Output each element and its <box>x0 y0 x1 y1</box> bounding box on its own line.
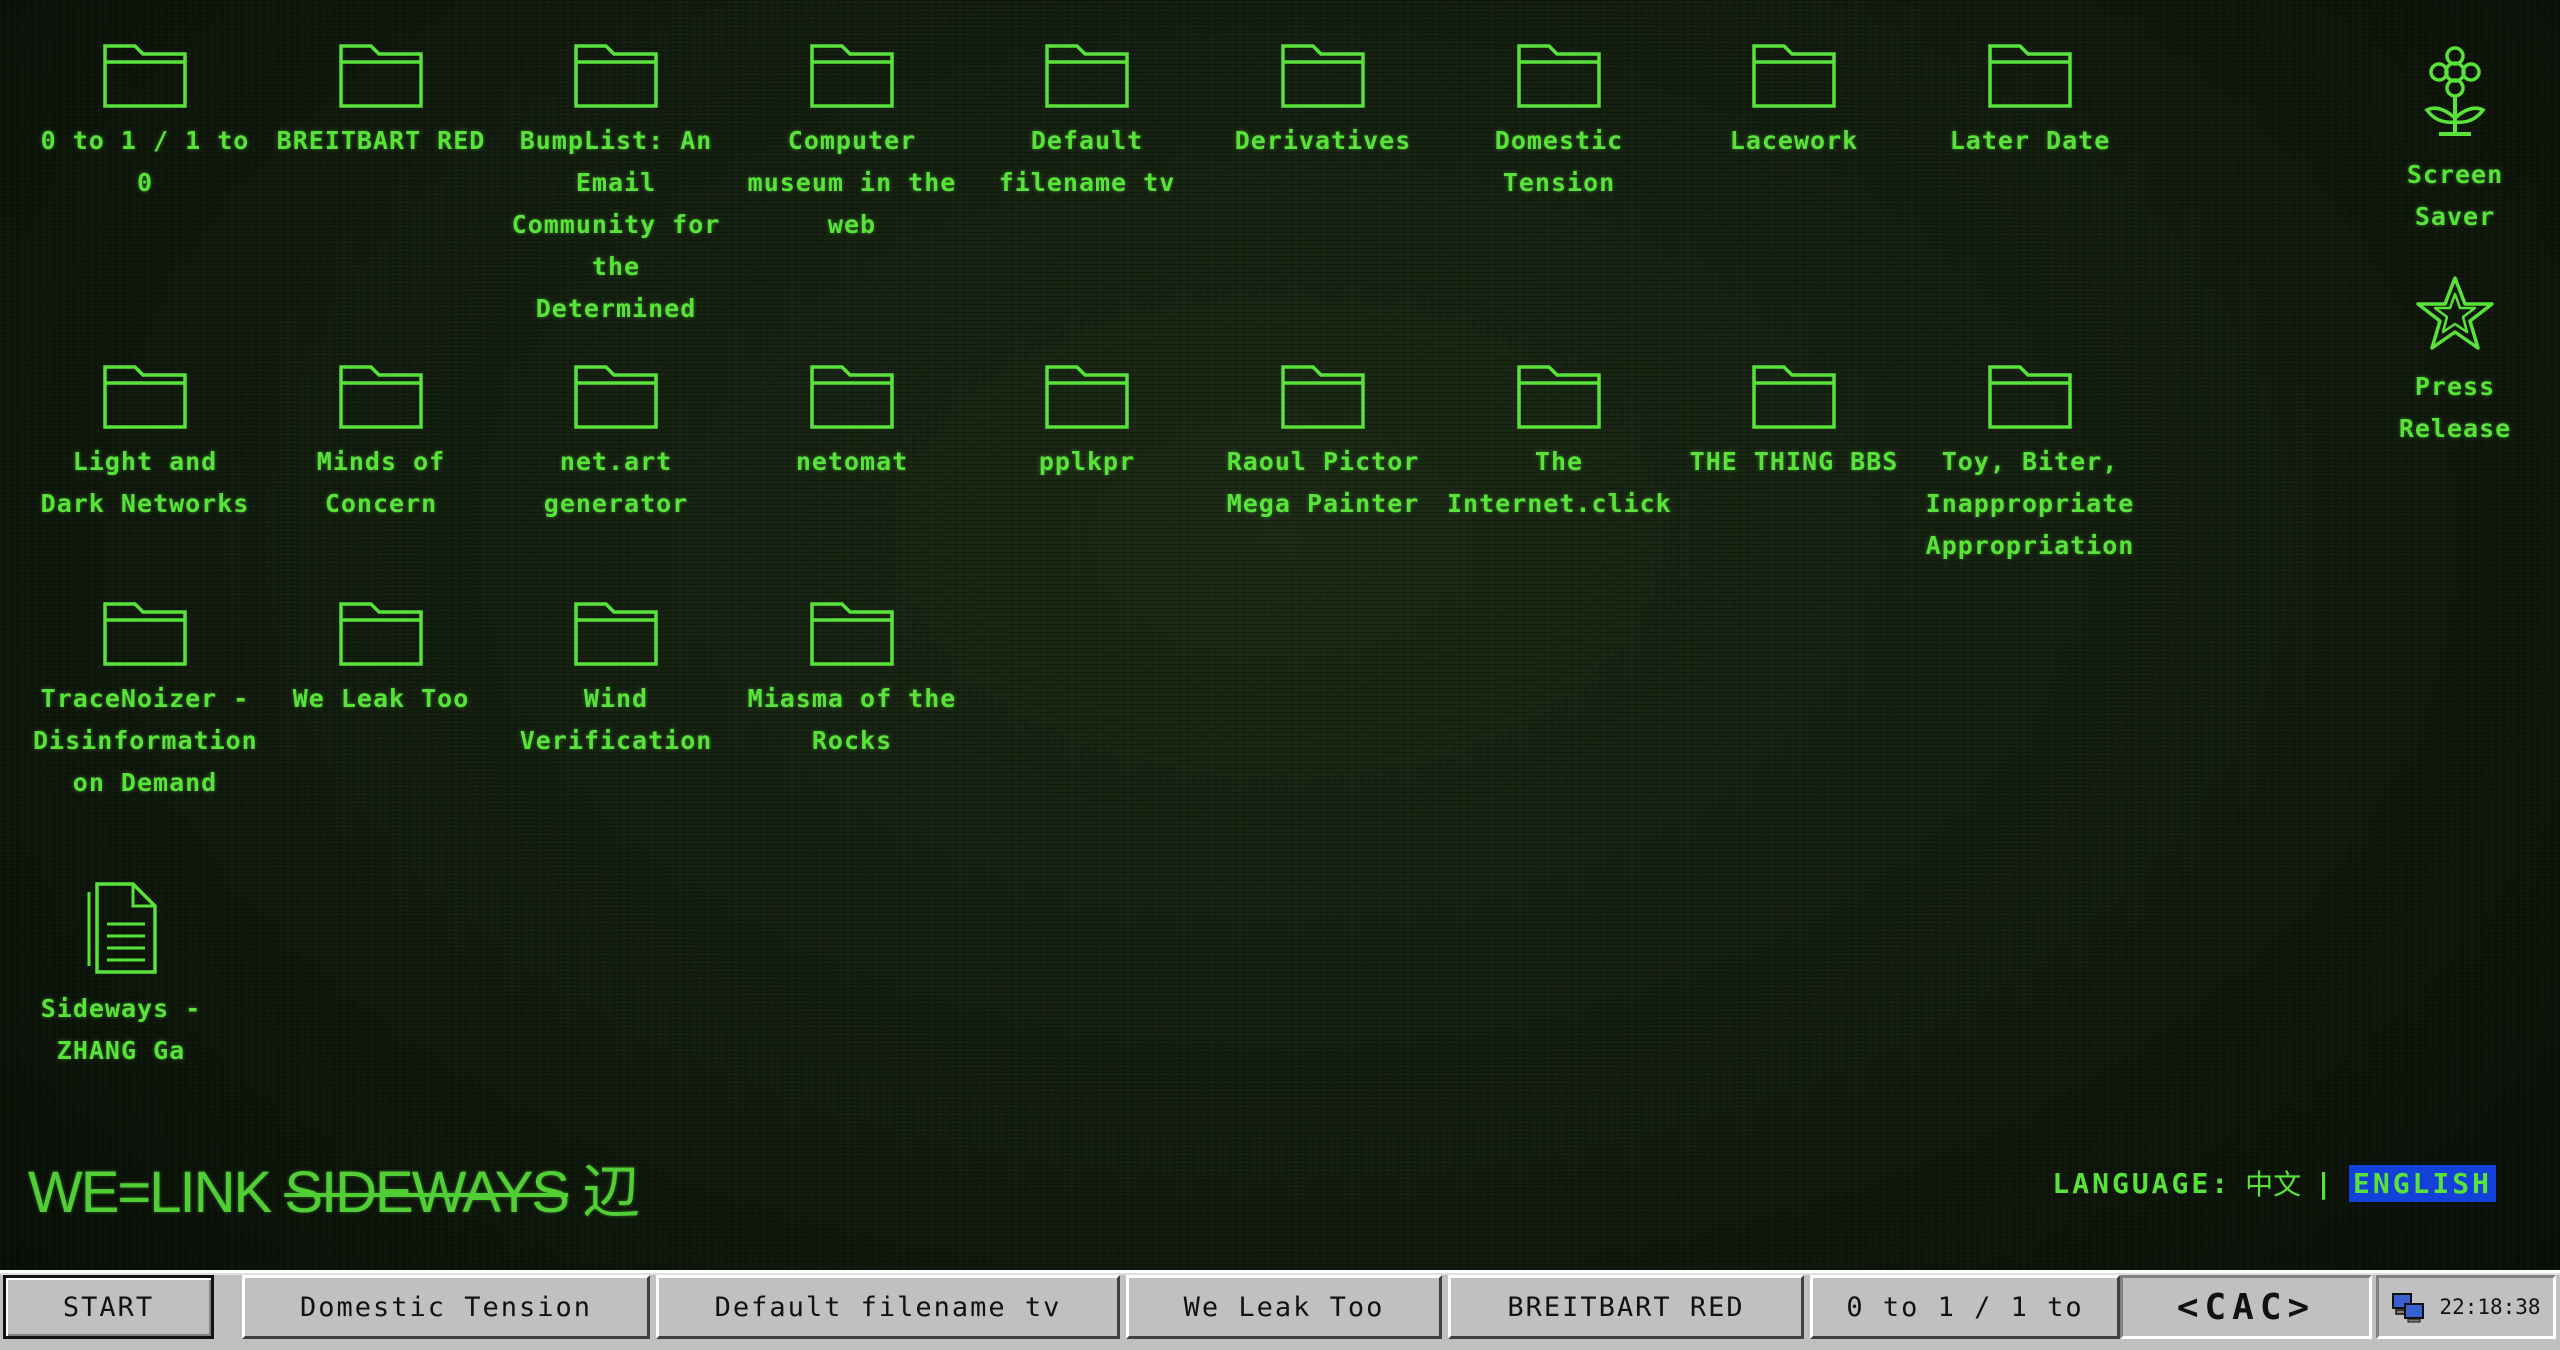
system-tray: 22:18:38 <box>2376 1275 2556 1339</box>
desktop-folder[interactable]: Wind Verification <box>498 600 734 762</box>
logo-prefix: WE=LINK <box>28 1160 285 1225</box>
folder-icon <box>810 602 894 666</box>
desktop-folder[interactable]: pplkpr <box>969 363 1205 483</box>
folder-label: Later Date <box>1949 126 2111 155</box>
folder-label: netomat <box>795 447 909 476</box>
desktop-folder[interactable]: Lacework <box>1676 42 1912 162</box>
language-separator: | <box>2315 1166 2335 1200</box>
folder-label: net.art generator <box>543 447 689 518</box>
folder-label: THE THING BBS <box>1689 447 1899 476</box>
desktop-folder[interactable]: BREITBART RED <box>263 42 499 162</box>
folder-label: BREITBART RED <box>276 126 486 155</box>
desktop-folder[interactable]: THE THING BBS <box>1676 363 1912 483</box>
desktop-folder[interactable]: Derivatives <box>1205 42 1441 162</box>
desktop-folder[interactable]: Minds of Concern <box>263 363 499 525</box>
document-label: Sideways - ZHANG Ga <box>40 994 202 1065</box>
screen-saver-shortcut[interactable]: Screen Saver <box>2370 44 2540 238</box>
star-icon <box>2416 276 2494 350</box>
site-logo: WE=LINK SIDEWAYS 辺 <box>28 1145 640 1229</box>
desktop-folder[interactable]: Later Date <box>1912 42 2148 162</box>
screen-saver-label: Screen Saver <box>2406 160 2504 231</box>
flower-icon <box>2424 46 2486 136</box>
folder-label: Domestic Tension <box>1494 126 1624 197</box>
folder-icon <box>1281 44 1365 108</box>
logo-suffix: 辺 <box>568 1160 640 1225</box>
folder-label: Toy, Biter, Inappropriate Appropriation <box>1925 447 2135 560</box>
language-option-chinese[interactable]: 中文 <box>2245 1163 2301 1203</box>
folder-icon <box>1752 365 1836 429</box>
folder-label: Light and Dark Networks <box>40 447 250 518</box>
cac-button[interactable]: <CAC> <box>2120 1275 2372 1339</box>
desktop-folder[interactable]: netomat <box>734 363 970 483</box>
folder-label: Miasma of the Rocks <box>747 684 957 755</box>
folder-icon <box>1045 365 1129 429</box>
folder-icon <box>103 602 187 666</box>
folder-icon <box>574 602 658 666</box>
folder-icon <box>1517 365 1601 429</box>
logo-strike-text: SIDEWAYS <box>284 1160 570 1225</box>
document-icon <box>87 882 157 974</box>
desktop-folder[interactable]: Raoul Pictor Mega Painter <box>1205 363 1441 525</box>
taskbar-window-button[interactable]: Domestic Tension <box>242 1275 650 1339</box>
desktop-folder[interactable]: Default filename tv <box>969 42 1205 204</box>
clock: 22:18:38 <box>2439 1295 2541 1319</box>
desktop-folder[interactable]: Miasma of the Rocks <box>734 600 970 762</box>
folder-label: Computer museum in the web <box>747 126 957 239</box>
folder-icon <box>1752 44 1836 108</box>
folder-icon <box>1045 44 1129 108</box>
folder-icon <box>339 365 423 429</box>
desktop-folder[interactable]: Light and Dark Networks <box>27 363 263 525</box>
folder-icon <box>103 44 187 108</box>
folder-label: Minds of Concern <box>316 447 446 518</box>
language-label: LANGUAGE: <box>2052 1166 2232 1200</box>
desktop-folder[interactable]: net.art generator <box>498 363 734 525</box>
folder-label: We Leak Too <box>292 684 470 713</box>
desktop-folder[interactable]: BumpList: An Email Community for the Det… <box>498 42 734 330</box>
folder-label: Wind Verification <box>519 684 713 755</box>
desktop-folder[interactable]: 0 to 1 / 1 to 0 <box>27 42 263 204</box>
desktop: 0 to 1 / 1 to 0 BREITBART RED BumpList: … <box>0 0 2560 1270</box>
folder-icon <box>574 365 658 429</box>
folder-icon <box>1988 365 2072 429</box>
taskbar-window-button[interactable]: Default filename tv <box>656 1275 1120 1339</box>
folder-label: Lacework <box>1729 126 1859 155</box>
folder-icon <box>810 44 894 108</box>
folder-label: Raoul Pictor Mega Painter <box>1226 447 1420 518</box>
folder-label: BumpList: An Email Community for the Det… <box>511 126 721 323</box>
network-computer-icon <box>2392 1293 2425 1323</box>
desktop-folder[interactable]: Toy, Biter, Inappropriate Appropriation <box>1912 363 2148 567</box>
folder-icon <box>339 602 423 666</box>
folder-label: 0 to 1 / 1 to 0 <box>40 126 250 197</box>
folder-icon <box>339 44 423 108</box>
desktop-folder[interactable]: Domestic Tension <box>1441 42 1677 204</box>
desktop-folder[interactable]: Computer museum in the web <box>734 42 970 246</box>
folder-icon <box>1517 44 1601 108</box>
desktop-folder[interactable]: TraceNoizer - Disinformation on Demand <box>27 600 263 804</box>
folder-label: pplkpr <box>1038 447 1136 476</box>
folder-icon <box>1988 44 2072 108</box>
folder-icon <box>103 365 187 429</box>
language-switcher: LANGUAGE: 中文 | ENGLISH <box>2052 1163 2496 1203</box>
taskbar-window-button[interactable]: We Leak Too <box>1126 1275 1442 1339</box>
taskbar-window-button[interactable]: BREITBART RED <box>1448 1275 1804 1339</box>
press-release-shortcut[interactable]: Press Release <box>2370 274 2540 450</box>
folder-label: The Internet.click <box>1447 447 1672 518</box>
folder-icon <box>574 44 658 108</box>
folder-icon <box>1281 365 1365 429</box>
folder-icon <box>810 365 894 429</box>
language-option-english[interactable]: ENGLISH <box>2348 1164 2496 1202</box>
folder-label: Derivatives <box>1234 126 1412 155</box>
desktop-folder[interactable]: We Leak Too <box>263 600 499 720</box>
desktop-folder[interactable]: The Internet.click <box>1441 363 1677 525</box>
taskbar-window-button[interactable]: 0 to 1 / 1 to <box>1810 1275 2120 1339</box>
folder-label: TraceNoizer - Disinformation on Demand <box>33 684 258 797</box>
desktop-document[interactable]: Sideways - ZHANG Ga <box>3 880 239 1072</box>
start-button[interactable]: START <box>3 1275 214 1339</box>
press-release-label: Press Release <box>2398 372 2512 443</box>
folder-label: Default filename tv <box>998 126 1176 197</box>
